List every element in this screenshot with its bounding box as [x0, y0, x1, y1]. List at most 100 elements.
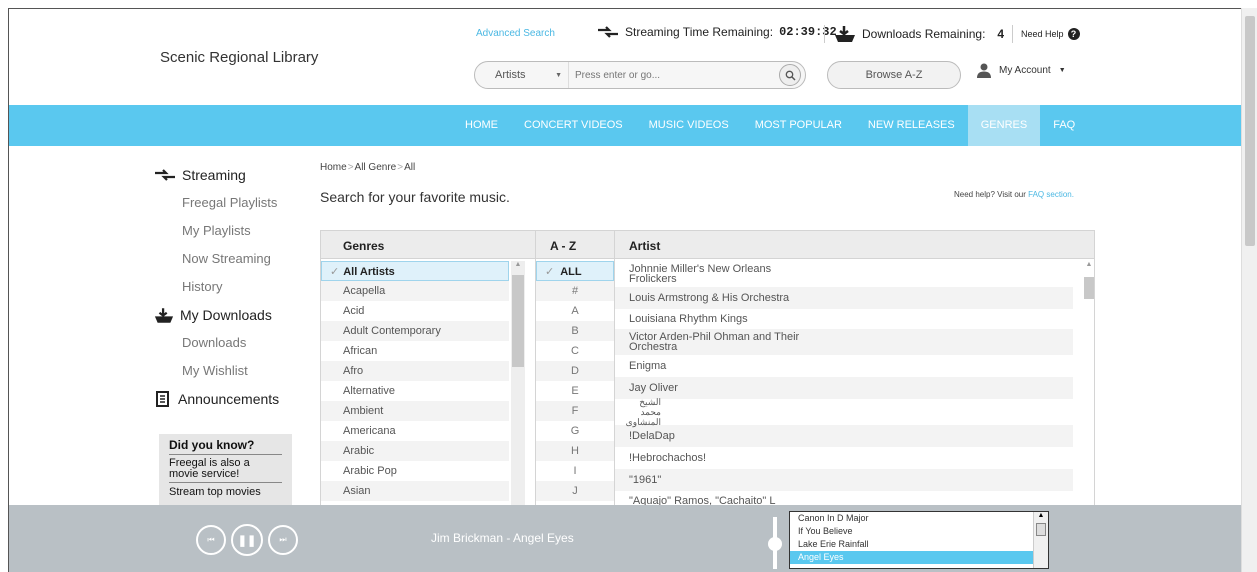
- nav-genres[interactable]: GENRES: [967, 105, 1041, 146]
- genres-scrollbar[interactable]: ▲: [511, 261, 525, 519]
- sidebar-item-my-wishlist[interactable]: My Wishlist: [154, 357, 294, 385]
- artist-item[interactable]: !Hebrochachos!: [615, 447, 1073, 469]
- nav-music-videos[interactable]: MUSIC VIDEOS: [636, 105, 742, 146]
- artist-item[interactable]: Louisiana Rhythm Kings: [615, 309, 1073, 329]
- genre-item[interactable]: ✓ All Artists: [321, 261, 509, 281]
- az-item[interactable]: E: [536, 381, 614, 401]
- artist-item[interactable]: Louis Armstrong & His Orchestra: [615, 287, 1073, 309]
- az-item[interactable]: I: [536, 461, 614, 481]
- genre-item[interactable]: Adult Contemporary: [321, 321, 509, 341]
- download-icon: [154, 307, 174, 323]
- az-item[interactable]: ✓ ALL: [536, 261, 614, 281]
- search-bar: Artists ▼: [474, 61, 806, 89]
- scrollbar-thumb[interactable]: [1084, 277, 1094, 299]
- browser-page: Scenic Regional Library Advanced Search …: [8, 8, 1241, 572]
- sidebar-announcements[interactable]: Announcements: [154, 385, 294, 413]
- library-name: Scenic Regional Library: [160, 49, 319, 66]
- az-item[interactable]: A: [536, 301, 614, 321]
- genre-item[interactable]: Ambient: [321, 401, 509, 421]
- playlist-scrollbar[interactable]: ▲: [1033, 512, 1048, 568]
- az-item[interactable]: D: [536, 361, 614, 381]
- previous-icon: ⏮: [207, 535, 215, 544]
- nav-new-releases[interactable]: NEW RELEASES: [855, 105, 968, 146]
- header: Scenic Regional Library Advanced Search …: [9, 9, 1241, 105]
- genre-item[interactable]: Alternative: [321, 381, 509, 401]
- scroll-up-icon[interactable]: ▲: [1083, 261, 1094, 268]
- breadcrumb-all-genre[interactable]: All Genre: [355, 162, 397, 173]
- az-item[interactable]: C: [536, 341, 614, 361]
- did-you-know-link[interactable]: Stream top movies: [169, 486, 282, 498]
- az-item[interactable]: J: [536, 481, 614, 501]
- sidebar-item-downloads[interactable]: Downloads: [154, 329, 294, 357]
- sidebar-item-now-streaming[interactable]: Now Streaming: [154, 245, 294, 273]
- scrollbar-thumb[interactable]: [512, 275, 524, 367]
- breadcrumb-current: All: [404, 162, 416, 173]
- page-scrollbar[interactable]: [1241, 8, 1257, 572]
- search-input[interactable]: [569, 69, 779, 81]
- playlist-item[interactable]: Lake Erie Rainfall: [790, 538, 1033, 551]
- advanced-search-link[interactable]: Advanced Search: [476, 28, 555, 39]
- divider: [1012, 25, 1013, 43]
- nav-home[interactable]: HOME: [452, 105, 511, 146]
- artist-item[interactable]: Jay Oliver: [615, 377, 1073, 399]
- nav-most-popular[interactable]: MOST POPULAR: [742, 105, 855, 146]
- scrollbar-thumb[interactable]: [1245, 16, 1255, 246]
- streaming-time-value: 02:39:32: [779, 25, 837, 39]
- genre-item[interactable]: Asian: [321, 481, 509, 501]
- search-icon: [785, 70, 796, 81]
- genre-item[interactable]: Acapella: [321, 281, 509, 301]
- streaming-icon: [598, 26, 618, 38]
- search-type-select[interactable]: Artists ▼: [475, 62, 569, 88]
- artist-item[interactable]: الشيخ محمد المنشاوى: [615, 397, 1073, 427]
- browse-az-button[interactable]: Browse A-Z: [827, 61, 961, 89]
- sidebar-streaming[interactable]: Streaming: [154, 161, 294, 189]
- az-item[interactable]: F: [536, 401, 614, 421]
- breadcrumb: Home>All Genre>All: [320, 162, 416, 173]
- genre-item[interactable]: Arabic Pop: [321, 461, 509, 481]
- need-help-prefix: Need help? Visit our: [954, 190, 1026, 199]
- scrollbar-thumb[interactable]: [1036, 523, 1046, 536]
- scroll-up-icon[interactable]: ▲: [511, 261, 525, 268]
- az-item[interactable]: B: [536, 321, 614, 341]
- playlist-item[interactable]: Canon In D Major: [790, 512, 1033, 525]
- chevron-down-icon: ▼: [1058, 67, 1066, 74]
- artist-item[interactable]: Victor Arden-Phil Ohman and Their Orches…: [615, 329, 1073, 355]
- artist-item[interactable]: Enigma: [615, 355, 1073, 377]
- check-icon: ✓: [330, 266, 340, 278]
- pause-button[interactable]: ❚❚: [231, 524, 263, 556]
- downloads-count: 4: [997, 27, 1005, 41]
- playlist-item[interactable]: If You Believe: [790, 525, 1033, 538]
- genre-item[interactable]: Arabic: [321, 441, 509, 461]
- my-account-menu[interactable]: My Account ▼: [977, 63, 1066, 78]
- sidebar-announcements-label: Announcements: [178, 391, 280, 407]
- next-button[interactable]: ⏭: [268, 525, 298, 555]
- volume-knob[interactable]: [768, 537, 782, 551]
- az-item[interactable]: H: [536, 441, 614, 461]
- genre-item-label: All Artists: [343, 266, 395, 278]
- genre-item[interactable]: Acid: [321, 301, 509, 321]
- genre-item[interactable]: Afro: [321, 361, 509, 381]
- artist-item[interactable]: !DelaDap: [615, 425, 1073, 447]
- breadcrumb-home[interactable]: Home: [320, 162, 347, 173]
- sidebar-item-my-playlists[interactable]: My Playlists: [154, 217, 294, 245]
- need-help[interactable]: Need Help ?: [1021, 28, 1080, 40]
- sidebar-my-downloads[interactable]: My Downloads: [154, 301, 294, 329]
- az-item[interactable]: #: [536, 281, 614, 301]
- previous-button[interactable]: ⏮: [196, 525, 226, 555]
- search-button[interactable]: [779, 64, 801, 86]
- artist-item[interactable]: Johnnie Miller's New Orleans Frolickers: [615, 261, 785, 287]
- scroll-up-icon[interactable]: ▲: [1034, 512, 1048, 519]
- az-item[interactable]: G: [536, 421, 614, 441]
- genre-item[interactable]: African: [321, 341, 509, 361]
- now-playing-title: Jim Brickman - Angel Eyes: [431, 531, 574, 545]
- nav-concert-videos[interactable]: CONCERT VIDEOS: [511, 105, 636, 146]
- table-header: Genres A - Z Artist: [321, 231, 1094, 259]
- sidebar-item-history[interactable]: History: [154, 273, 294, 301]
- nav-faq[interactable]: FAQ: [1040, 105, 1088, 146]
- playlist-item[interactable]: Angel Eyes: [790, 551, 1033, 564]
- faq-section-link[interactable]: FAQ section.: [1028, 190, 1074, 199]
- sidebar-item-freegal-playlists[interactable]: Freegal Playlists: [154, 189, 294, 217]
- artist-scrollbar[interactable]: ▲: [1083, 261, 1094, 519]
- artist-item[interactable]: "1961": [615, 469, 1073, 491]
- genre-item[interactable]: Americana: [321, 421, 509, 441]
